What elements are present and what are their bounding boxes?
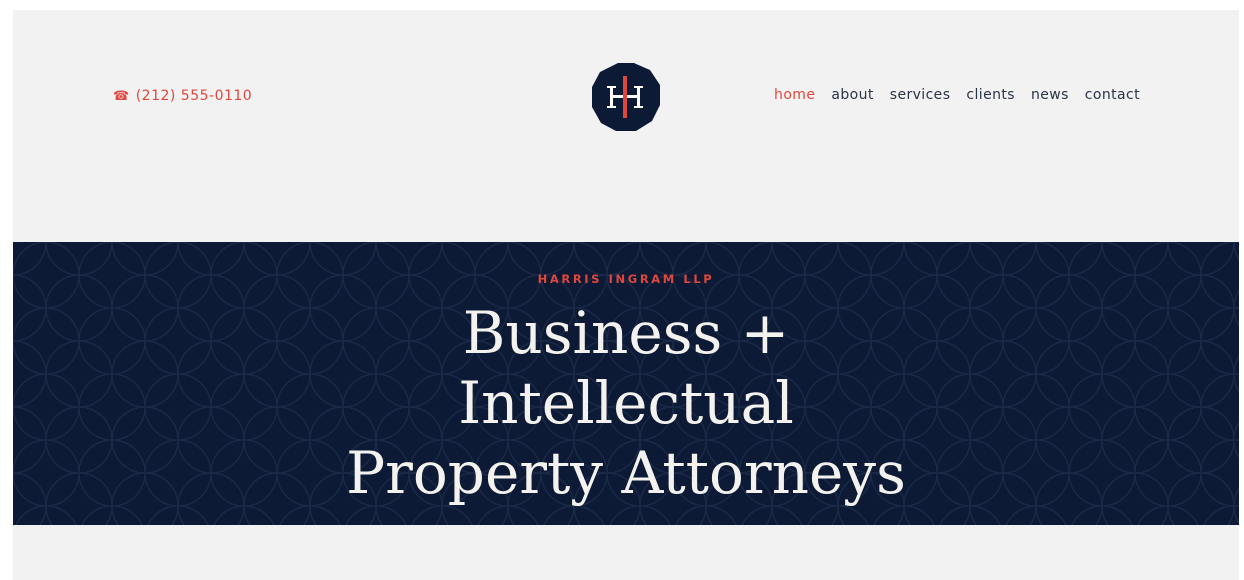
hero-banner: HARRIS INGRAM LLP Business + Intellectua… bbox=[13, 242, 1239, 525]
site-logo[interactable] bbox=[590, 61, 662, 133]
page: ☎ (212) 555-0110 home about services cli… bbox=[13, 10, 1239, 580]
main-nav: home about services clients news contact bbox=[774, 87, 1140, 103]
nav-services[interactable]: services bbox=[890, 87, 951, 103]
nav-home[interactable]: home bbox=[774, 87, 815, 103]
nav-clients[interactable]: clients bbox=[966, 87, 1015, 103]
nav-about[interactable]: about bbox=[831, 87, 873, 103]
phone-number: (212) 555-0110 bbox=[135, 88, 253, 104]
headline-line-2: Intellectual bbox=[458, 369, 794, 437]
nav-contact[interactable]: contact bbox=[1085, 87, 1140, 103]
phone-icon: ☎ bbox=[113, 88, 130, 104]
headline-line-3: Property Attorneys bbox=[346, 439, 906, 507]
firm-name-eyebrow: HARRIS INGRAM LLP bbox=[537, 272, 715, 286]
headline-line-1: Business + bbox=[462, 299, 790, 367]
nav-news[interactable]: news bbox=[1031, 87, 1069, 103]
site-header: ☎ (212) 555-0110 home about services cli… bbox=[13, 10, 1239, 242]
hero-headline: Business + Intellectual Property Attorne… bbox=[13, 298, 1239, 508]
phone-link[interactable]: ☎ (212) 555-0110 bbox=[113, 88, 252, 104]
hi-monogram-logo bbox=[592, 63, 660, 131]
